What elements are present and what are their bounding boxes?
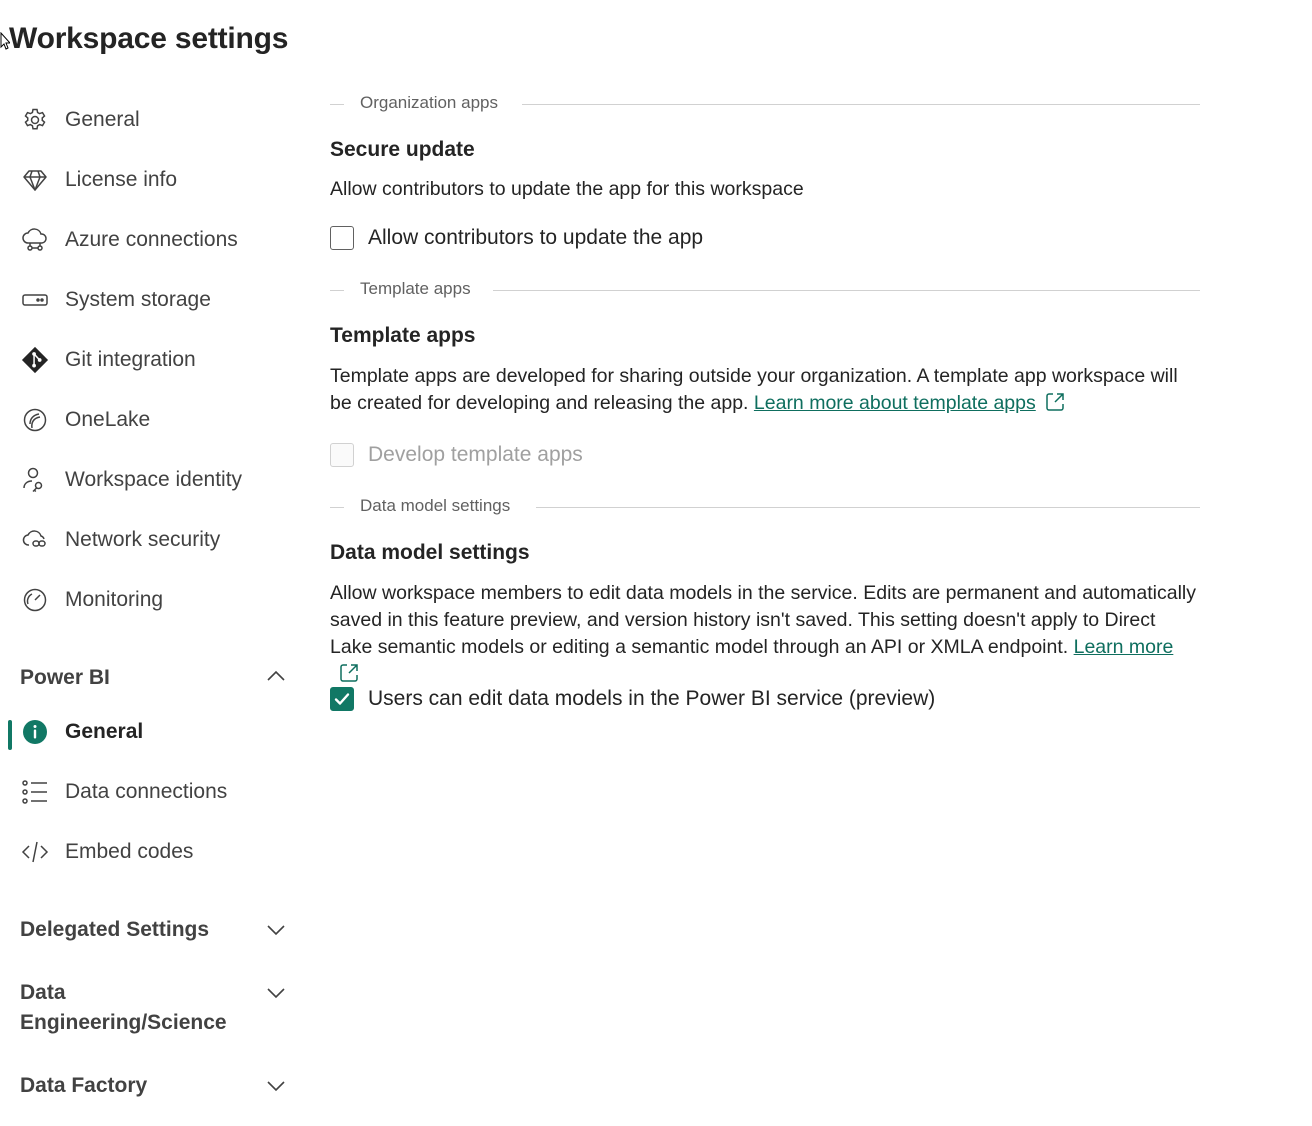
sidebar-item-label: Git integration: [65, 348, 196, 371]
chevron-down-icon: [267, 988, 285, 999]
sidebar-item-system-storage[interactable]: System storage: [0, 276, 300, 324]
sidebar-item-azure-connections[interactable]: Azure connections: [0, 216, 300, 264]
sidebar-item-label: Monitoring: [65, 588, 164, 611]
checkbox-label: Allow contributors to update the app: [368, 226, 704, 249]
section-divider-data-model-settings: Data model settings: [330, 493, 1200, 523]
checkbox-label: Develop template apps: [368, 443, 583, 466]
section-label: Data Engineering/Science: [20, 981, 227, 1034]
checkmark-icon: [334, 693, 350, 705]
template-apps-description: Template apps are developed for sharing …: [330, 363, 1200, 417]
sidebar-item-network-security[interactable]: Network security: [0, 516, 300, 564]
sidebar-item-label: Workspace identity: [65, 468, 243, 491]
page-title: Workspace settings: [9, 22, 289, 55]
cloud-link-icon: [21, 526, 49, 554]
sidebar-item-label: Azure connections: [65, 228, 238, 251]
external-link-icon[interactable]: [338, 662, 360, 684]
chevron-down-icon: [267, 925, 285, 936]
sidebar-item-data-connections[interactable]: Data connections: [0, 768, 300, 816]
section-data-engineering-science[interactable]: Data Engineering/Science: [0, 978, 300, 1038]
divider-label: Organization apps: [360, 93, 514, 113]
section-divider-organization-apps: Organization apps: [330, 90, 1200, 120]
learn-more-template-apps-link[interactable]: Learn more about template apps: [754, 392, 1036, 414]
person-key-icon: [21, 466, 49, 494]
code-icon: [21, 838, 49, 866]
section-label: Data Factory: [20, 1074, 148, 1097]
sidebar-item-power-bi-general[interactable]: General: [0, 708, 300, 756]
external-link-icon[interactable]: [1044, 391, 1066, 413]
develop-template-apps-checkbox-row[interactable]: Develop template apps: [330, 440, 583, 470]
sidebar-item-label: Data connections: [65, 780, 228, 803]
edit-data-models-checkbox-row[interactable]: Users can edit data models in the Power …: [330, 684, 935, 714]
sidebar-item-label: General: [65, 108, 140, 131]
section-delegated-settings[interactable]: Delegated Settings: [0, 915, 300, 945]
active-indicator: [8, 720, 12, 750]
sidebar-item-label: OneLake: [65, 408, 151, 431]
data-model-settings-heading: Data model settings: [330, 541, 530, 564]
secure-update-heading: Secure update: [330, 138, 475, 161]
info-icon: [21, 718, 49, 746]
list-icon: [21, 778, 49, 806]
sidebar-item-workspace-identity[interactable]: Workspace identity: [0, 456, 300, 504]
section-power-bi[interactable]: Power BI: [0, 663, 300, 693]
sidebar-item-label: System storage: [65, 288, 211, 311]
sidebar-item-label: General: [65, 720, 144, 743]
data-model-description-text: Allow workspace members to edit data mod…: [330, 582, 1196, 658]
allow-contributors-update-checkbox[interactable]: [330, 226, 354, 250]
edit-data-models-checkbox[interactable]: [330, 687, 354, 711]
diamond-icon: [21, 166, 49, 194]
onelake-icon: [21, 406, 49, 434]
section-data-factory[interactable]: Data Factory: [0, 1071, 300, 1101]
sidebar-item-label: Embed codes: [65, 840, 194, 863]
sidebar-item-license-info[interactable]: License info: [0, 156, 300, 204]
develop-template-apps-checkbox[interactable]: [330, 443, 354, 467]
divider-label: Data model settings: [360, 496, 527, 516]
learn-more-link[interactable]: Learn more: [1074, 636, 1174, 658]
sidebar-item-label: License info: [65, 168, 178, 191]
section-label: Power BI: [20, 666, 110, 689]
section-label: Delegated Settings: [20, 918, 210, 941]
gear-icon: [21, 106, 49, 134]
divider-label: Template apps: [360, 279, 487, 299]
workspace-settings-page: Workspace settings General License info: [0, 0, 1312, 1126]
sidebar-item-onelake[interactable]: OneLake: [0, 396, 300, 444]
sidebar-item-label: Network security: [65, 528, 221, 551]
template-apps-heading: Template apps: [330, 324, 476, 347]
sidebar-item-general[interactable]: General: [0, 96, 300, 144]
data-model-settings-description: Allow workspace members to edit data mod…: [330, 580, 1200, 688]
sidebar-item-embed-codes[interactable]: Embed codes: [0, 828, 300, 876]
section-divider-template-apps: Template apps: [330, 276, 1200, 306]
sidebar-item-git-integration[interactable]: Git integration: [0, 336, 300, 384]
sidebar-item-monitoring[interactable]: Monitoring: [0, 576, 300, 624]
cloud-connection-icon: [21, 226, 49, 254]
git-icon: [21, 346, 49, 374]
storage-icon: [21, 286, 49, 314]
checkbox-label: Users can edit data models in the Power …: [368, 687, 936, 710]
chevron-down-icon: [267, 1081, 285, 1092]
chevron-up-icon: [267, 670, 285, 681]
secure-update-description: Allow contributors to update the app for…: [330, 178, 804, 200]
allow-contributors-update-checkbox-row[interactable]: Allow contributors to update the app: [330, 223, 703, 253]
gauge-icon: [21, 586, 49, 614]
